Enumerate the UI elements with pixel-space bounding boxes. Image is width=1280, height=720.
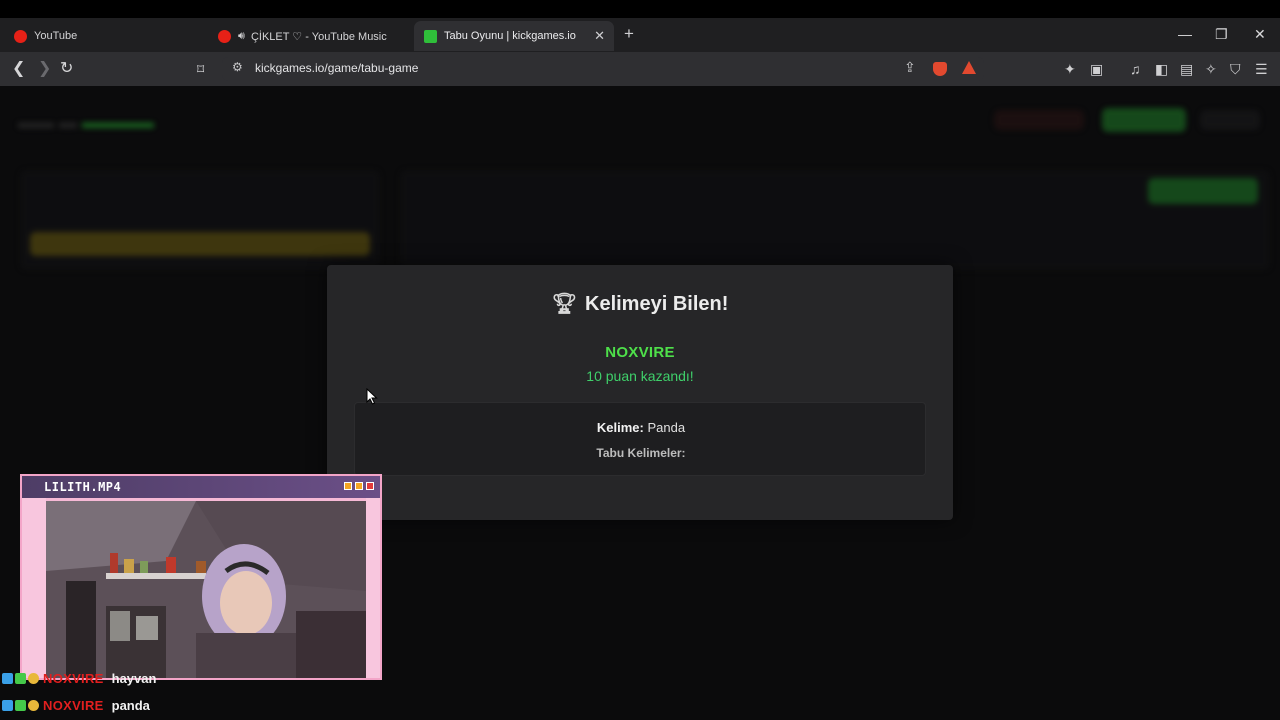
brave-shields-icon[interactable] [933, 62, 947, 76]
webcam-maximize-icon [355, 482, 363, 490]
bg-button-2 [1102, 108, 1186, 132]
winner-modal: 🏆︎ Kelimeyi Bilen! NOXVIRE 10 puan kazand… [327, 265, 953, 520]
modal-title: 🏆︎ Kelimeyi Bilen! [327, 291, 953, 316]
badge-icon [2, 700, 13, 711]
trophy-icon: 🏆︎ [551, 293, 577, 315]
maximize-button[interactable]: ❐ [1215, 24, 1228, 44]
url-text[interactable]: kickgames.io/game/tabu-game [255, 61, 418, 75]
word-value: Panda [647, 420, 686, 435]
tab-bar: YouTube 🔊︎ ÇİKLET ♡ - YouTube Music Tabu… [0, 18, 1280, 52]
bookmark-icon[interactable]: ⌑ [197, 59, 204, 79]
tab-label: YouTube [34, 30, 78, 42]
media-icon[interactable]: ♫ [1130, 60, 1141, 78]
close-window-button[interactable]: ✕ [1254, 24, 1266, 44]
close-tab-icon[interactable]: ✕ [594, 28, 605, 44]
word-label: Kelime: [596, 420, 644, 435]
word-line: Kelime: Panda [355, 420, 927, 435]
points-text: 10 puan kazandı! [586, 368, 694, 384]
tab-kickgames[interactable]: Tabu Oyunu | kickgames.io ✕ [414, 21, 614, 51]
word-box: Kelime: Panda Tabu Kelimeler: [354, 402, 926, 476]
youtube-favicon-icon [14, 29, 27, 43]
badge-icon [2, 673, 13, 684]
badge-icon [15, 700, 26, 711]
webcam-frame-left [22, 498, 46, 678]
speaker-icon[interactable]: 🔊︎ [238, 30, 245, 43]
chat-message: NOXVIRE panda [2, 698, 150, 713]
bg-button-1 [994, 110, 1084, 130]
bg-panel-right [400, 170, 1270, 270]
bg-button-3 [1200, 110, 1260, 130]
webcam-minimize-icon [344, 482, 352, 490]
webcam-frame-right [366, 498, 380, 678]
site-logo: ▬▬ ▬ ▬▬▬▬ [18, 112, 155, 132]
vpn-shield-icon[interactable]: ⛉ [1230, 60, 1241, 78]
chat-username: NOXVIRE [43, 671, 104, 686]
kickgames-favicon-icon [424, 29, 437, 43]
back-icon[interactable]: ❮ [12, 59, 25, 79]
address-bar[interactable]: ⚙ kickgames.io/game/tabu-game ⇪ [222, 57, 984, 81]
badge-icon [28, 700, 39, 711]
winner-name: NOXVIRE [605, 344, 675, 361]
tab-label: ÇİKLET ♡ - YouTube Music [250, 30, 387, 43]
menu-icon[interactable]: ☰ [1255, 60, 1268, 78]
webcam-video [46, 501, 366, 678]
chat-message: NOXVIRE hayvan [2, 671, 156, 686]
badge-icon [28, 673, 39, 684]
taboo-words-label: Tabu Kelimeler: [596, 446, 686, 460]
webcam-close-icon [366, 482, 374, 490]
brave-rewards-icon[interactable] [962, 61, 976, 74]
toolbar: ❮ ❯ ↻ ⌑ ⚙ kickgames.io/game/tabu-game ⇪ [0, 52, 1280, 86]
chat-badges [2, 673, 39, 684]
youtube-music-favicon-icon [218, 29, 231, 43]
chat-text: hayvan [111, 671, 157, 686]
leo-ai-icon[interactable]: ✧ [1205, 60, 1217, 78]
chat-text: panda [111, 698, 150, 713]
reload-icon[interactable]: ↻ [60, 59, 73, 79]
tab-youtube-music[interactable]: 🔊︎ ÇİKLET ♡ - YouTube Music [208, 21, 412, 51]
new-tab-button[interactable]: + [624, 24, 634, 44]
webcam-title: LILITH.MP4 [44, 480, 122, 494]
site-settings-icon[interactable]: ⚙ [232, 60, 243, 74]
forward-icon[interactable]: ❯ [38, 59, 51, 79]
sidebar-icon[interactable]: ◧ [1155, 60, 1168, 78]
chat-badges [2, 700, 39, 711]
bg-bar [30, 232, 370, 256]
badge-icon [15, 673, 26, 684]
top-strip [0, 0, 1280, 18]
chat-username: NOXVIRE [43, 698, 104, 713]
tab-youtube[interactable]: YouTube [4, 21, 208, 51]
tab-label: Tabu Oyunu | kickgames.io [444, 30, 576, 42]
bg-button-4 [1148, 178, 1258, 204]
screen: YouTube 🔊︎ ÇİKLET ♡ - YouTube Music Tabu… [0, 0, 1280, 720]
screenshot-icon[interactable]: ▣ [1090, 60, 1103, 78]
webcam-window: LILITH.MP4 [20, 474, 382, 680]
extensions-icon[interactable]: ✦ [1064, 60, 1076, 78]
webcam-titlebar: LILITH.MP4 [22, 476, 380, 498]
share-icon[interactable]: ⇪ [904, 59, 916, 76]
wallet-icon[interactable]: ▤ [1180, 60, 1193, 78]
modal-title-text: Kelimeyi Bilen! [585, 293, 729, 315]
minimize-button[interactable]: — [1178, 24, 1192, 44]
webcam-window-buttons [344, 482, 374, 490]
